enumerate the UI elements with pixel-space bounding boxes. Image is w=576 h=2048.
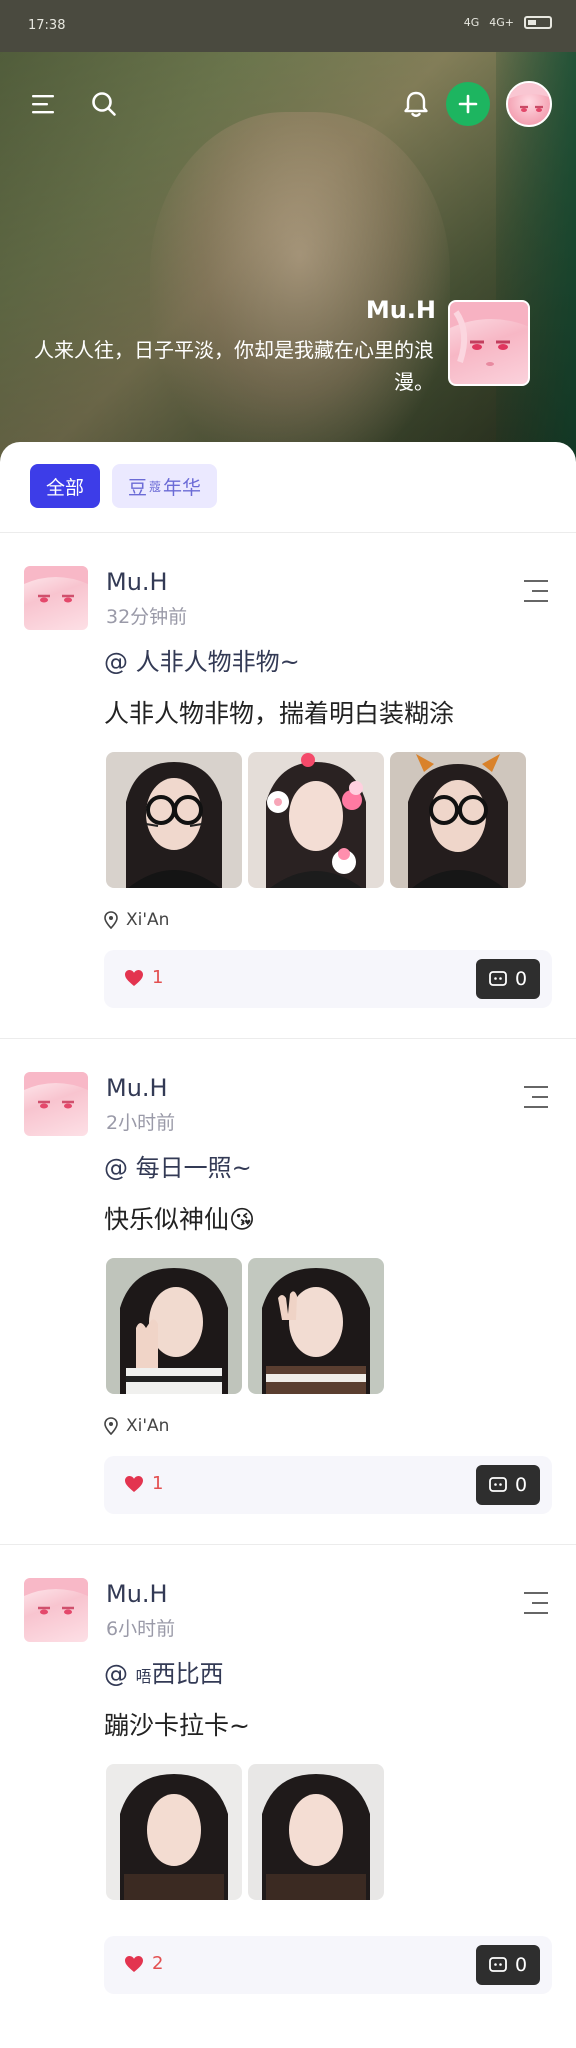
like-count: 2 [152, 1953, 164, 1974]
post-username[interactable]: Mu.H [106, 1580, 168, 1608]
post-location[interactable]: Xi'An [104, 1416, 169, 1436]
post-action-bar: 1 0 [104, 950, 552, 1008]
post-photo[interactable] [390, 752, 526, 888]
heart-icon [125, 969, 143, 986]
heart-icon [125, 1955, 143, 1972]
tab-divider [0, 532, 576, 533]
search-icon[interactable] [84, 84, 124, 124]
post-photo[interactable] [106, 1764, 242, 1900]
post-avatar[interactable] [24, 1072, 88, 1136]
like-count: 1 [152, 1473, 164, 1494]
tab-all[interactable]: 全部 [30, 464, 101, 508]
post-divider [0, 1544, 576, 1545]
post-action-bar: 1 0 [104, 1456, 552, 1514]
post-topic[interactable]: @ 人非人物非物~ [104, 642, 300, 677]
post-photo[interactable] [248, 1764, 384, 1900]
post-time: 2小时前 [106, 1112, 176, 1134]
post-more-icon[interactable] [524, 580, 548, 602]
comment-icon [489, 1477, 507, 1492]
top-bar [0, 80, 576, 130]
tab-bar: 全部 豆蔻年华 [30, 464, 218, 508]
post-text: 快乐似神仙😘 [104, 1205, 256, 1234]
like-button[interactable]: 2 [124, 1953, 163, 1974]
menu-icon[interactable] [24, 84, 64, 124]
post-avatar[interactable] [24, 1578, 88, 1642]
post-card: Mu.H 6小时前 @ 唔西比西 蹦沙卡拉卡~ 2 0 [0, 1578, 576, 2018]
status-icons: 4G 4G+ [464, 16, 552, 29]
comment-icon [489, 971, 507, 986]
post-location[interactable]: Xi'An [104, 910, 169, 930]
post-photo[interactable] [106, 752, 242, 888]
post-username[interactable]: Mu.H [106, 568, 168, 596]
user-avatar[interactable] [506, 81, 552, 127]
post-card: Mu.H 32分钟前 @ 人非人物非物~ 人非人物非物，揣着明白装糊涂 Xi'A… [0, 566, 576, 1036]
comment-button[interactable]: 0 [476, 1945, 540, 1985]
bell-icon[interactable] [396, 84, 436, 124]
tab-doukou-nianhua[interactable]: 豆蔻年华 [112, 464, 218, 508]
like-button[interactable]: 1 [124, 1473, 163, 1494]
profile-avatar[interactable] [448, 300, 530, 386]
plus-icon [458, 94, 478, 114]
post-text: 蹦沙卡拉卡~ [104, 1711, 250, 1740]
comment-count: 0 [514, 1954, 528, 1976]
feed-panel: 全部 豆蔻年华 Mu.H 32分钟前 @ 人非人物非物~ 人非人物非物，揣着明白… [0, 442, 576, 2048]
heart-icon [125, 1475, 143, 1492]
status-time: 17:38 [28, 18, 66, 33]
comment-count: 0 [514, 1474, 528, 1496]
post-topic[interactable]: @ 每日一照~ [104, 1148, 252, 1183]
post-avatar[interactable] [24, 566, 88, 630]
post-topic[interactable]: @ 唔西比西 [104, 1654, 224, 1689]
comment-button[interactable]: 0 [476, 1465, 540, 1505]
post-text: 人非人物非物，揣着明白装糊涂 [104, 699, 455, 728]
add-post-button[interactable] [446, 82, 490, 126]
location-pin-icon [104, 911, 118, 929]
location-pin-icon [104, 1417, 118, 1435]
status-bar: 17:38 4G 4G+ [0, 0, 576, 52]
like-count: 1 [152, 967, 164, 988]
network-plus-label: 4G+ [489, 16, 514, 29]
post-time: 32分钟前 [106, 606, 188, 628]
comment-count: 0 [514, 968, 528, 990]
battery-icon [524, 16, 552, 29]
post-time: 6小时前 [106, 1618, 176, 1640]
post-photo[interactable] [248, 752, 384, 888]
post-action-bar: 2 0 [104, 1936, 552, 1994]
profile-signature: 人来人往，日子平淡，你却是我藏在心里的浪漫。 [34, 338, 434, 394]
like-button[interactable]: 1 [124, 967, 163, 988]
post-username[interactable]: Mu.H [106, 1074, 168, 1102]
post-more-icon[interactable] [524, 1086, 548, 1108]
network-label: 4G [463, 16, 480, 29]
post-more-icon[interactable] [524, 1592, 548, 1614]
post-card: Mu.H 2小时前 @ 每日一照~ 快乐似神仙😘 Xi'An 1 0 [0, 1072, 576, 1542]
post-photo[interactable] [106, 1258, 242, 1394]
comment-button[interactable]: 0 [476, 959, 540, 999]
comment-icon [489, 1957, 507, 1972]
post-photo[interactable] [248, 1258, 384, 1394]
post-divider [0, 1038, 576, 1039]
profile-name: Mu.H [365, 296, 436, 324]
